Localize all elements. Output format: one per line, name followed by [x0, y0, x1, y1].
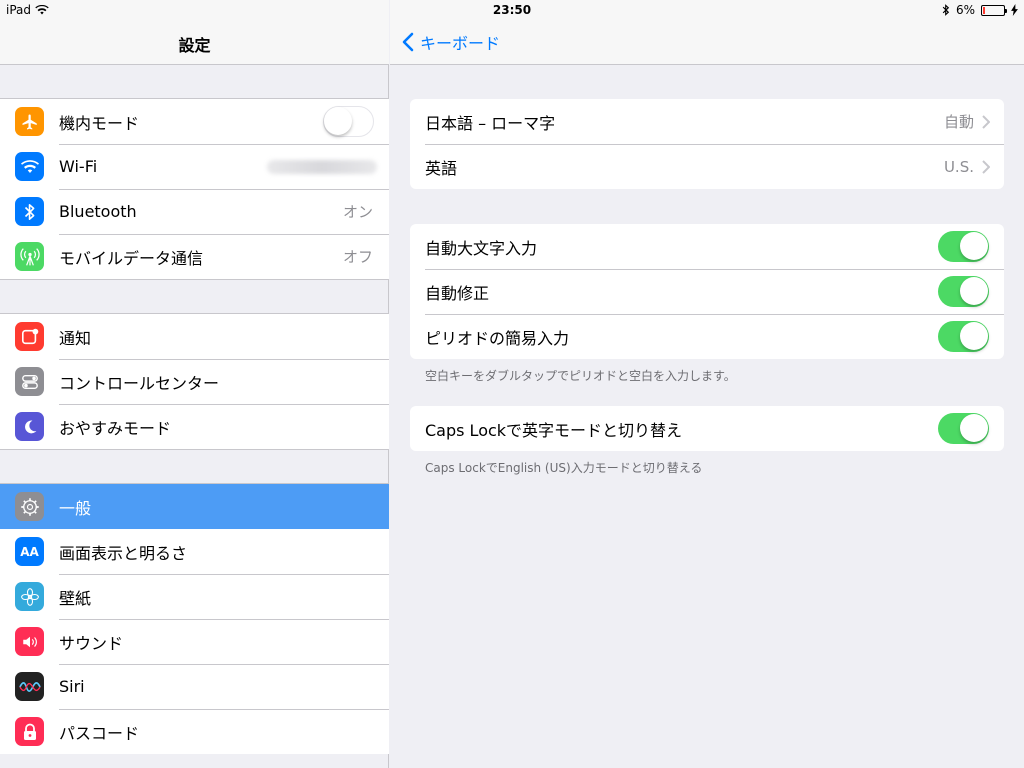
wallpaper-icon	[15, 582, 44, 611]
settings-sidebar: 設定 機内モード Wi-Fi Bluetooth オン モバイルデータ通信 オフ…	[0, 0, 389, 768]
airplane-mode-toggle[interactable]	[323, 106, 374, 137]
wifi-icon	[15, 152, 44, 181]
chevron-right-icon	[982, 114, 990, 129]
gear-icon	[15, 492, 44, 521]
toggle-knob	[960, 277, 988, 305]
auto-capitalization-toggle[interactable]	[938, 231, 989, 262]
sidebar-item-bluetooth[interactable]: Bluetooth オン	[0, 189, 389, 234]
battery-percent: 6%	[955, 3, 975, 17]
sidebar-item-notifications[interactable]: 通知	[0, 314, 389, 359]
keyboard-label: 英語	[425, 158, 458, 178]
option-label: 自動大文字入力	[425, 238, 538, 258]
sidebar-item-wallpaper[interactable]: 壁紙	[0, 574, 389, 619]
settings-group-notifications: 通知 コントロールセンター おやすみモード	[0, 313, 389, 450]
keyboard-english[interactable]: 英語 U.S.	[410, 144, 1004, 189]
keyboard-label: 日本語 – ローマ字	[425, 113, 556, 133]
sidebar-item-label: 画面表示と明るさ	[59, 543, 188, 563]
sidebar-item-label: Siri	[59, 677, 85, 696]
period-shortcut-toggle[interactable]	[938, 321, 989, 352]
status-bar: iPad 23:50 6%	[0, 0, 1024, 20]
mobile-data-status-value: オフ	[342, 248, 373, 266]
sidebar-item-wifi[interactable]: Wi-Fi	[0, 144, 389, 189]
device-name: iPad	[6, 3, 32, 17]
sidebar-item-label: パスコード	[59, 723, 140, 743]
toggle-knob	[960, 322, 988, 350]
auto-capitalization-row: 自動大文字入力	[410, 224, 1004, 269]
settings-group-connectivity: 機内モード Wi-Fi Bluetooth オン モバイルデータ通信 オフ	[0, 98, 389, 280]
caps-lock-group: Caps Lockで英字モードと切り替え	[410, 406, 1004, 451]
chevron-left-icon	[402, 32, 414, 52]
keyboard-settings-pane: キーボード 日本語 – ローマ字 自動 英語 U.S. 自動大文字入力 自動修正…	[390, 0, 1024, 768]
chevron-right-icon	[982, 159, 990, 174]
sidebar-item-label: サウンド	[59, 633, 124, 653]
moon-icon	[15, 412, 44, 441]
sidebar-item-label: 一般	[59, 498, 92, 518]
keyboard-value: U.S.	[943, 157, 974, 176]
toggle-knob	[324, 107, 352, 135]
sidebar-item-display-brightness[interactable]: AA 画面表示と明るさ	[0, 529, 389, 574]
input-options-group: 自動大文字入力 自動修正 ピリオドの簡易入力	[410, 224, 1004, 359]
sidebar-item-label: 通知	[59, 328, 92, 348]
airplane-icon	[15, 107, 44, 136]
sidebar-item-label: 機内モード	[59, 113, 140, 133]
period-shortcut-row: ピリオドの簡易入力	[410, 314, 1004, 359]
antenna-icon	[15, 242, 44, 271]
status-time: 23:50	[492, 3, 532, 17]
toggle-knob	[960, 414, 988, 442]
keyboard-value: 自動	[943, 113, 974, 131]
caps-lock-row: Caps Lockで英字モードと切り替え	[410, 406, 1004, 451]
auto-correction-row: 自動修正	[410, 269, 1004, 314]
back-button-label: キーボード	[420, 34, 501, 53]
auto-correction-toggle[interactable]	[938, 276, 989, 307]
sidebar-item-label: 壁紙	[59, 588, 92, 608]
sidebar-item-general[interactable]: 一般	[0, 484, 389, 529]
back-button[interactable]: キーボード	[402, 30, 500, 54]
option-label: ピリオドの簡易入力	[425, 328, 570, 348]
toggle-knob	[960, 232, 988, 260]
wifi-network-name-blurred	[267, 159, 377, 174]
control-center-icon	[15, 367, 44, 396]
status-right: 6%	[942, 3, 1018, 17]
caps-lock-toggle[interactable]	[938, 413, 989, 444]
bluetooth-icon	[942, 4, 950, 16]
battery-level-fill	[983, 6, 985, 14]
sidebar-item-mobile-data[interactable]: モバイルデータ通信 オフ	[0, 234, 389, 279]
sidebar-item-airplane-mode[interactable]: 機内モード	[0, 99, 389, 144]
siri-icon	[15, 672, 44, 701]
sidebar-item-label: おやすみモード	[59, 418, 172, 438]
sidebar-item-label: Wi-Fi	[59, 157, 98, 176]
option-label: 自動修正	[425, 283, 490, 303]
bluetooth-icon	[15, 197, 44, 226]
sidebar-item-label: Bluetooth	[59, 202, 137, 221]
sidebar-item-siri[interactable]: Siri	[0, 664, 389, 709]
keyboard-list-group: 日本語 – ローマ字 自動 英語 U.S.	[410, 99, 1004, 189]
sidebar-item-control-center[interactable]: コントロールセンター	[0, 359, 389, 404]
sidebar-item-do-not-disturb[interactable]: おやすみモード	[0, 404, 389, 449]
caps-lock-footer: Caps LockでEnglish (US)入力モードと切り替える	[425, 461, 703, 475]
display-icon: AA	[15, 537, 44, 566]
option-label: Caps Lockで英字モードと切り替え	[425, 420, 683, 440]
sidebar-item-label: コントロールセンター	[59, 373, 220, 393]
settings-group-general: 一般 AA 画面表示と明るさ 壁紙 サウンド Siri パスコード	[0, 483, 389, 754]
charging-icon	[1011, 4, 1018, 16]
sidebar-item-sounds[interactable]: サウンド	[0, 619, 389, 664]
notification-icon	[15, 322, 44, 351]
speaker-icon	[15, 627, 44, 656]
sidebar-title: 設定	[178, 36, 211, 55]
wifi-icon	[35, 5, 49, 15]
sidebar-item-passcode[interactable]: パスコード	[0, 709, 389, 754]
battery-icon	[981, 4, 1007, 16]
period-shortcut-footer: 空白キーをダブルタップでピリオドと空白を入力します。	[425, 369, 736, 383]
status-left: iPad	[6, 3, 49, 17]
keyboard-japanese-romaji[interactable]: 日本語 – ローマ字 自動	[410, 99, 1004, 144]
sidebar-item-label: モバイルデータ通信	[59, 248, 204, 268]
bluetooth-status-value: オン	[342, 203, 373, 221]
lock-icon	[15, 717, 44, 746]
